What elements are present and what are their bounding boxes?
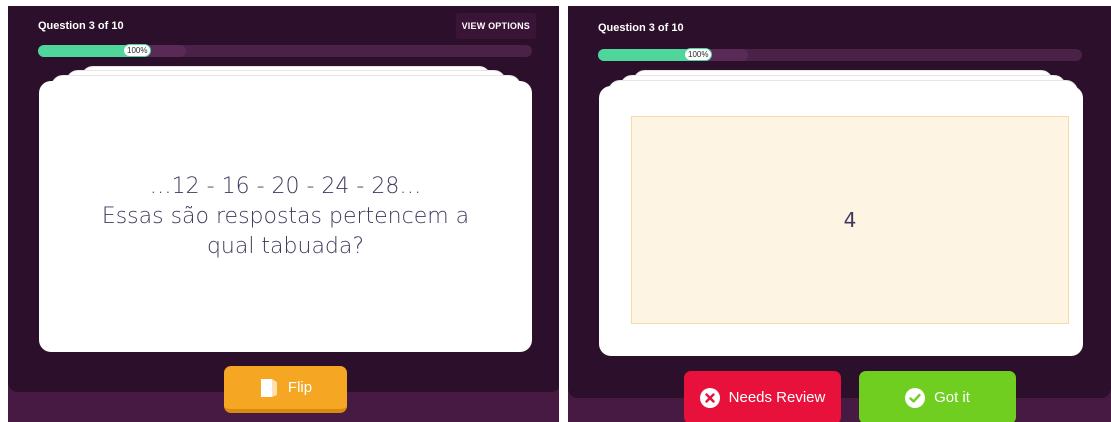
needs-review-label: Needs Review [728,389,826,406]
back-content-area: Question 3 of 10 100% 4 [568,6,1111,398]
question-line-1: …12 - 16 - 20 - 24 - 28… [149,173,422,199]
got-it-label: Got it [934,389,970,406]
question-card[interactable]: …12 - 16 - 20 - 24 - 28… Essas são respo… [39,81,532,352]
x-circle-icon [699,387,720,408]
progress-label: 100% [684,48,713,61]
question-counter: Question 3 of 10 [38,20,124,32]
progress-bar: 100% [598,48,1082,61]
flip-button[interactable]: Flip [224,366,347,413]
flashcard-back-panel: Question 3 of 10 100% 4 Needs Review Got… [568,6,1111,422]
progress-label: 100% [123,44,152,57]
flashcard-front-panel: Question 3 of 10 VIEW OPTIONS 100% …12 -… [8,6,559,422]
question-text: …12 - 16 - 20 - 24 - 28… Essas são respo… [76,172,496,262]
card-flip-icon [259,377,279,399]
progress-fill [598,49,698,61]
front-content-area: Question 3 of 10 VIEW OPTIONS 100% …12 -… [8,6,559,392]
check-circle-icon [905,387,926,408]
answer-box: 4 [631,116,1069,324]
question-counter: Question 3 of 10 [598,22,684,34]
question-line-2: Essas são respostas pertencem a [101,203,470,229]
answer-card[interactable]: 4 [599,86,1083,356]
view-options-button[interactable]: VIEW OPTIONS [455,13,536,39]
needs-review-button[interactable]: Needs Review [684,371,841,422]
flip-button-label: Flip [287,379,313,396]
answer-text: 4 [843,208,857,232]
progress-bar: 100% [38,44,532,57]
got-it-button[interactable]: Got it [859,371,1016,422]
question-line-3: qual tabuada? [206,233,365,259]
